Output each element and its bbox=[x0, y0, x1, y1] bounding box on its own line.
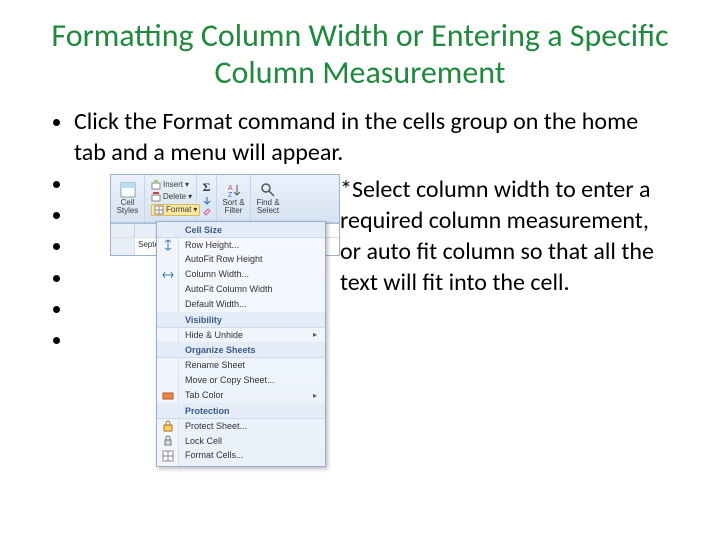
delete-button[interactable]: Delete ▾ bbox=[151, 192, 200, 202]
bullet-1: Click the Format command in the cells gr… bbox=[74, 106, 670, 168]
section-protection: Protection bbox=[157, 403, 325, 419]
menu-default-width[interactable]: Default Width... bbox=[157, 297, 325, 312]
cell-styles-label: Cell Styles bbox=[115, 199, 140, 215]
menu-autofit-column-width[interactable]: AutoFit Column Width bbox=[157, 282, 325, 297]
delete-icon bbox=[151, 192, 161, 202]
row-header-blank bbox=[111, 224, 135, 237]
insert-button[interactable]: Insert ▾ bbox=[151, 180, 200, 190]
find-icon bbox=[260, 182, 276, 198]
fill-icon bbox=[202, 196, 212, 206]
ribbon-row: Cell Styles Insert ▾ Delete ▾ Format ▾ Σ… bbox=[111, 175, 339, 223]
section-visibility: Visibility bbox=[157, 312, 325, 328]
format-icon bbox=[154, 205, 164, 215]
section-cell-size: Cell Size bbox=[157, 222, 325, 238]
sort-icon: AZ bbox=[226, 182, 242, 198]
excel-screenshot: Cell Styles Insert ▾ Delete ▾ Format ▾ Σ… bbox=[110, 174, 340, 256]
sigma-icon: Σ bbox=[203, 180, 211, 195]
row-number[interactable] bbox=[111, 238, 135, 255]
format-dropdown: Cell Size Row Height... AutoFit Row Heig… bbox=[156, 221, 326, 468]
sort-filter-button[interactable]: AZ Sort & Filter bbox=[217, 175, 251, 222]
chevron-right-icon-2: ▸ bbox=[313, 391, 317, 401]
svg-text:Z: Z bbox=[228, 192, 233, 198]
cell-styles-icon bbox=[120, 182, 136, 198]
menu-hide-unhide[interactable]: Hide & Unhide▸ bbox=[157, 328, 325, 343]
menu-row-height[interactable]: Row Height... bbox=[157, 238, 325, 253]
menu-autofit-row-height[interactable]: AutoFit Row Height bbox=[157, 252, 325, 267]
find-select-button[interactable]: Find & Select bbox=[251, 175, 285, 222]
format-button[interactable]: Format ▾ bbox=[151, 204, 200, 216]
menu-rename-sheet[interactable]: Rename Sheet bbox=[157, 358, 325, 373]
cells-group: Insert ▾ Delete ▾ Format ▾ bbox=[145, 175, 197, 222]
format-cells-icon bbox=[162, 450, 174, 462]
page-title: Formatting Column Width or Entering a Sp… bbox=[50, 18, 670, 92]
menu-column-width[interactable]: Column Width... bbox=[157, 267, 325, 282]
find-select-label: Find & Select bbox=[255, 199, 281, 215]
insert-icon bbox=[151, 180, 161, 190]
autosum-group[interactable]: Σ bbox=[197, 175, 217, 222]
slide: Formatting Column Width or Entering a Sp… bbox=[0, 0, 720, 540]
section-organize-sheets: Organize Sheets bbox=[157, 342, 325, 358]
svg-text:A: A bbox=[228, 185, 233, 192]
body-area: Click the Format command in the cells gr… bbox=[50, 106, 670, 356]
menu-format-cells[interactable]: Format Cells... bbox=[157, 448, 325, 463]
instruction-text: *Select column width to enter a required… bbox=[340, 174, 660, 299]
lock-icon bbox=[162, 435, 174, 447]
sort-filter-label: Sort & Filter bbox=[221, 199, 246, 215]
chevron-right-icon: ▸ bbox=[313, 330, 317, 340]
menu-lock-cell[interactable]: Lock Cell bbox=[157, 434, 325, 449]
menu-tab-color[interactable]: Tab Color▸ bbox=[157, 388, 325, 403]
protect-sheet-icon bbox=[162, 420, 174, 432]
row-height-icon bbox=[162, 239, 174, 251]
clear-icon bbox=[202, 207, 212, 217]
menu-move-copy-sheet[interactable]: Move or Copy Sheet... bbox=[157, 373, 325, 388]
column-width-icon bbox=[162, 269, 174, 281]
menu-protect-sheet[interactable]: Protect Sheet... bbox=[157, 419, 325, 434]
cell-styles-button[interactable]: Cell Styles bbox=[111, 175, 145, 222]
tab-color-icon bbox=[162, 389, 174, 401]
